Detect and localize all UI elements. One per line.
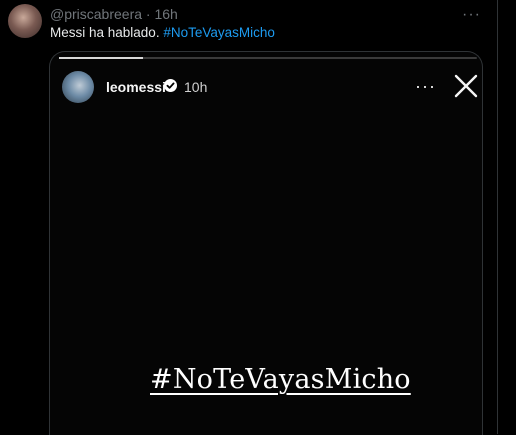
story-timestamp: 10h <box>184 79 208 95</box>
more-options-button[interactable]: ··· <box>462 6 481 24</box>
user-handle[interactable]: @priscabreera <box>50 6 142 22</box>
timeline-right-border <box>497 0 498 434</box>
story-hashtag-text: #NoTeVayasMicho <box>150 364 411 395</box>
verified-badge-icon <box>164 79 177 92</box>
tweet-hashtag-link[interactable]: #NoTeVayasMicho <box>163 25 275 40</box>
more-horizontal-icon: ··· <box>415 76 436 96</box>
story-progress-fill <box>59 57 143 59</box>
tweet-body: Messi ha hablado. <box>50 25 160 40</box>
avatar[interactable] <box>8 4 42 38</box>
more-horizontal-icon: ··· <box>462 6 481 23</box>
header-separator: · <box>145 6 151 22</box>
close-icon[interactable] <box>454 74 478 98</box>
story-avatar[interactable] <box>62 71 94 103</box>
tweet-header: @priscabreera · 16h <box>50 6 178 22</box>
story-media-card[interactable]: leomessi 10h ··· #NoTeVayasMicho <box>49 51 483 435</box>
tweet-text: Messi ha hablado. #NoTeVayasMicho <box>50 25 275 40</box>
story-username[interactable]: leomessi <box>106 79 166 95</box>
tweet-timestamp[interactable]: 16h <box>154 6 177 22</box>
story-progress-bar <box>59 57 477 59</box>
story-more-button[interactable]: ··· <box>415 76 436 97</box>
